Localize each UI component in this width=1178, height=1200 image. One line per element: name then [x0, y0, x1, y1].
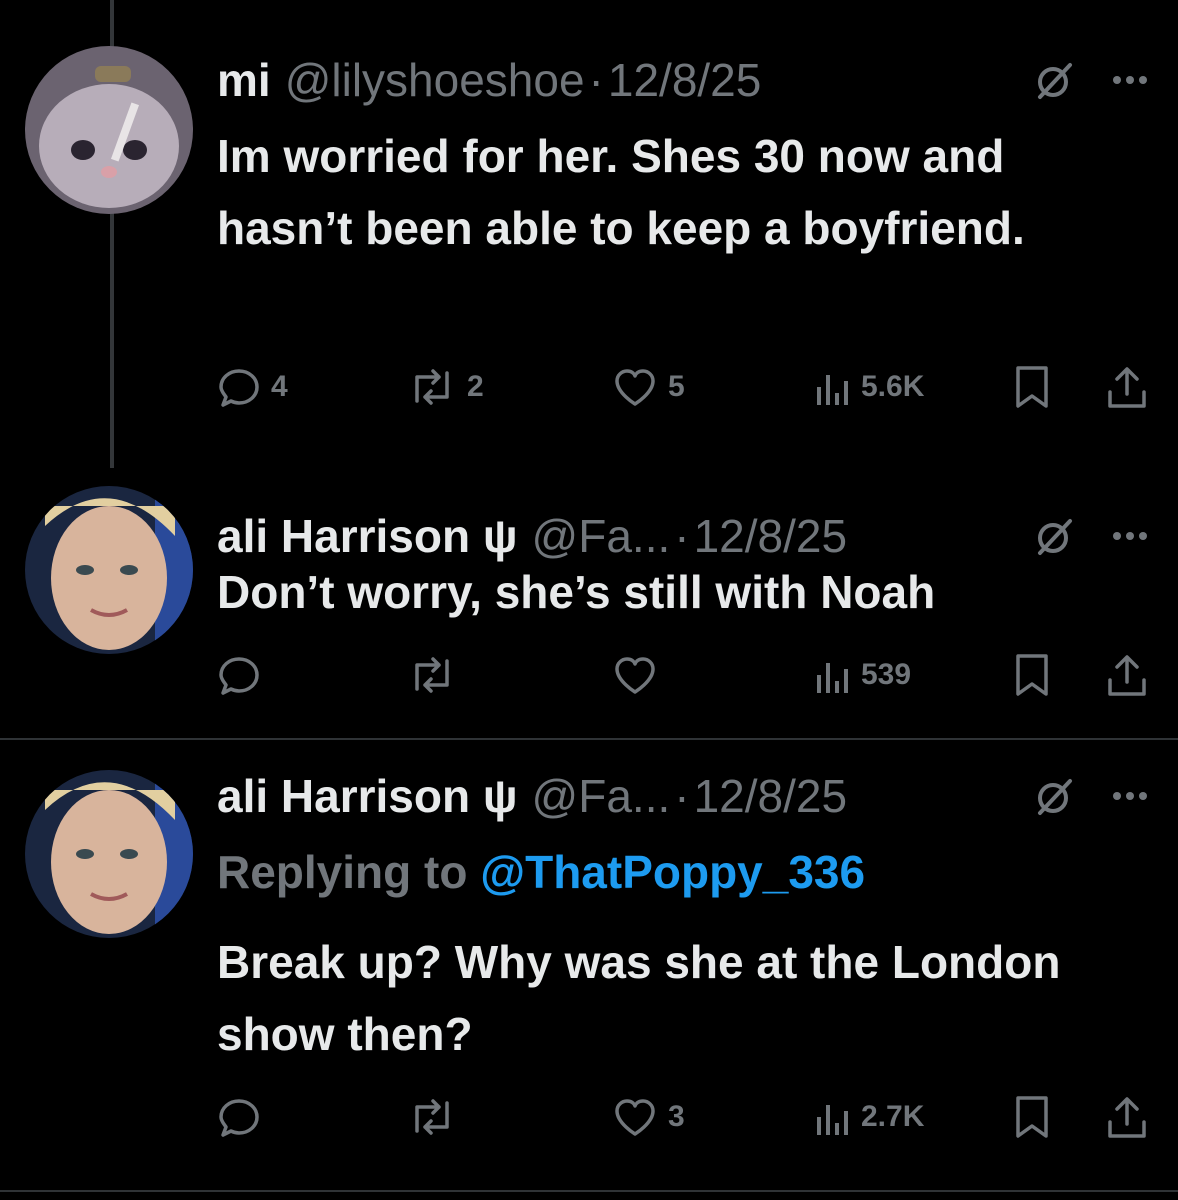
- like-icon: [612, 1096, 658, 1138]
- repost-icon: [407, 1095, 457, 1139]
- tweet-1[interactable]: mi @lilyshoeshoe · 12/8/25 Im worried fo…: [0, 0, 1178, 470]
- repost-button[interactable]: 2: [407, 362, 484, 412]
- tweet-header: ali Harrison ψ @Fa... · 12/8/25: [217, 766, 1148, 826]
- repost-button[interactable]: [407, 1092, 457, 1142]
- grok-icon[interactable]: [1032, 773, 1078, 819]
- separator-dot: ·: [674, 770, 690, 822]
- bookmark-icon: [1012, 652, 1052, 698]
- like-icon: [612, 654, 658, 696]
- tweet-date[interactable]: 12/8/25: [694, 766, 847, 826]
- grok-icon[interactable]: [1032, 513, 1078, 559]
- tweet-divider: [0, 1190, 1178, 1192]
- share-icon: [1105, 1094, 1149, 1140]
- reply-icon: [217, 365, 261, 409]
- like-count: 3: [668, 1100, 685, 1133]
- separator-dot: ·: [588, 54, 604, 106]
- tweet-2[interactable]: ali Harrison ψ @Fa... · 12/8/25 Don’t wo…: [0, 470, 1178, 738]
- display-name[interactable]: mi: [217, 50, 271, 110]
- more-icon[interactable]: [1112, 790, 1148, 802]
- tweet-date[interactable]: 12/8/25: [608, 50, 761, 110]
- reply-button[interactable]: 4: [217, 362, 288, 412]
- grok-icon[interactable]: [1032, 57, 1078, 103]
- cat-avatar-image: [25, 46, 193, 214]
- like-icon: [612, 366, 658, 408]
- reply-button[interactable]: [217, 1092, 261, 1142]
- more-icon[interactable]: [1112, 530, 1148, 542]
- views-button[interactable]: 2.7K: [815, 1092, 924, 1142]
- bookmark-icon: [1012, 1094, 1052, 1140]
- avatar[interactable]: [25, 486, 193, 654]
- replying-to-line: Replying to @ThatPoppy_336: [217, 842, 865, 902]
- bookmark-button[interactable]: [1012, 1092, 1052, 1142]
- tweet-3[interactable]: ali Harrison ψ @Fa... · 12/8/25 Replying…: [0, 740, 1178, 1190]
- tweet-actions: 3 2.7K: [217, 1092, 1147, 1142]
- tweet-text: Im worried for her. Shes 30 now and hasn…: [217, 130, 1025, 254]
- more-icon[interactable]: [1112, 74, 1148, 86]
- user-handle[interactable]: @Fa...: [532, 766, 671, 826]
- tweet-text: Break up? Why was she at the London show…: [217, 936, 1061, 1060]
- share-button[interactable]: [1105, 1092, 1149, 1142]
- tweet-actions: 539: [217, 650, 1147, 700]
- views-count: 2.7K: [861, 1100, 925, 1133]
- views-button[interactable]: 5.6K: [815, 362, 924, 412]
- views-count: 5.6K: [861, 370, 925, 403]
- share-button[interactable]: [1105, 650, 1149, 700]
- tweet-text: Don’t worry, she’s still with Noah: [217, 566, 936, 618]
- like-button[interactable]: [612, 650, 658, 700]
- avatar[interactable]: [25, 46, 193, 214]
- reply-icon: [217, 653, 261, 697]
- views-icon: [815, 1097, 851, 1137]
- views-count: 539: [861, 658, 912, 691]
- reply-button[interactable]: [217, 650, 261, 700]
- repost-count: 2: [467, 370, 484, 403]
- views-icon: [815, 367, 851, 407]
- woman-avatar-image: [25, 486, 193, 654]
- replying-to-label: Replying to: [217, 846, 468, 898]
- avatar[interactable]: [25, 770, 193, 938]
- views-icon: [815, 655, 851, 695]
- like-button[interactable]: 3: [612, 1092, 685, 1142]
- user-handle[interactable]: @lilyshoeshoe: [285, 50, 585, 110]
- share-icon: [1105, 364, 1149, 410]
- bookmark-button[interactable]: [1012, 650, 1052, 700]
- share-button[interactable]: [1105, 362, 1149, 412]
- bookmark-button[interactable]: [1012, 362, 1052, 412]
- repost-icon: [407, 365, 457, 409]
- share-icon: [1105, 652, 1149, 698]
- reply-mention-link[interactable]: @ThatPoppy_336: [480, 846, 865, 898]
- like-count: 5: [668, 370, 685, 403]
- reply-count: 4: [271, 370, 288, 403]
- views-button[interactable]: 539: [815, 650, 911, 700]
- repost-button[interactable]: [407, 650, 457, 700]
- display-name[interactable]: ali Harrison ψ: [217, 766, 518, 826]
- reply-icon: [217, 1095, 261, 1139]
- tweet-actions: 4 2 5 5.6K: [217, 362, 1147, 412]
- repost-icon: [407, 653, 457, 697]
- woman-avatar-image: [25, 770, 193, 938]
- like-button[interactable]: 5: [612, 362, 685, 412]
- bookmark-icon: [1012, 364, 1052, 410]
- tweet-header: mi @lilyshoeshoe · 12/8/25: [217, 50, 1148, 110]
